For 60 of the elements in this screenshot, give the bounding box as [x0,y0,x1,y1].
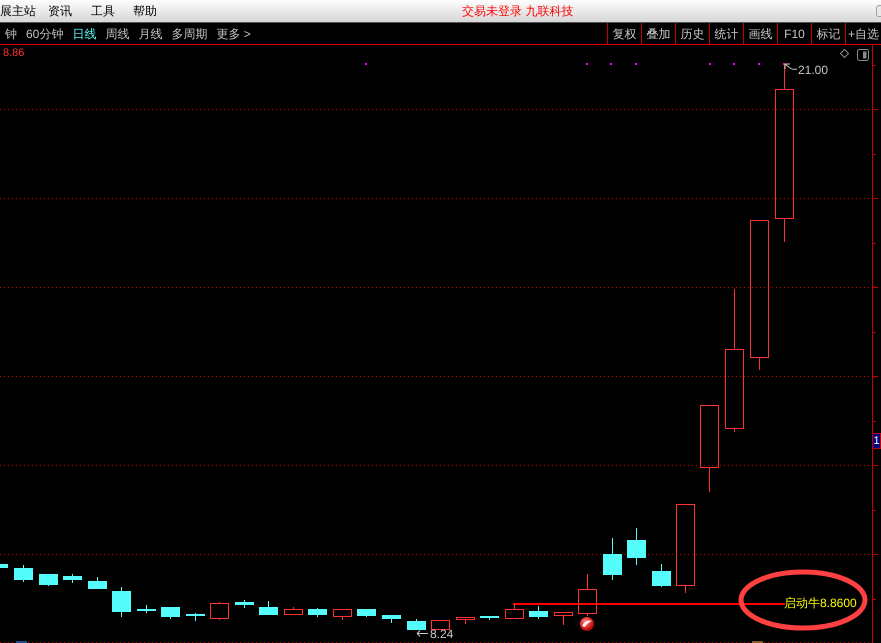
candlestick [578,574,597,616]
candlestick [39,574,58,586]
period-tab[interactable]: 多周期 [171,26,208,40]
candlestick [137,604,156,614]
candlestick [186,612,205,622]
tool-button[interactable]: F10 [777,23,811,44]
axis-label: 1 [872,433,881,449]
candlestick [603,538,622,580]
candlestick [308,608,327,618]
period-tab[interactable]: 更多 > [216,26,251,40]
candlestick [14,564,33,582]
marker-icon [752,641,763,643]
menu-item[interactable]: 工具 [91,4,115,18]
marker-icon [16,641,27,643]
tool-button[interactable]: 标记 [811,23,845,44]
candlestick [431,620,450,630]
candlestick [88,576,107,590]
candlestick [554,612,573,626]
low-price-label: 8.24 [430,627,454,641]
login-status: 交易未登录 九联科技 [462,4,574,18]
candlestick [112,586,131,618]
diamond-icon[interactable] [840,49,849,58]
candlestick [210,602,229,620]
pointer-arrow-icon [784,64,798,70]
signal-label: 启动牛8.8600 [784,596,857,610]
candlestick [357,608,376,618]
candlestick [161,606,180,620]
high-price-label: 21.00 [798,63,828,77]
tool-button[interactable]: 复权 [607,23,641,44]
candlestick [627,528,646,566]
menu-item[interactable]: 资讯 [48,4,72,18]
tool-button[interactable]: 统计 [709,23,743,44]
candlestick [259,600,278,616]
tool-button[interactable]: 画线 [743,23,777,44]
candlestick [407,618,426,630]
period-tab[interactable]: 月线 [138,26,162,40]
tool-button[interactable]: +自选 [845,23,881,44]
menu-item[interactable]: 展主站 [0,4,36,18]
candlestick [284,606,303,615]
candlestick [63,574,82,584]
candlestick [382,614,401,624]
period-tab[interactable]: 钟 [5,26,17,40]
candlestick [529,606,548,620]
price-label: 8.86 [3,47,24,59]
period-tab[interactable]: 60分钟 [26,26,64,40]
tool-button[interactable]: 叠加 [641,23,675,44]
pointer-arrow-icon [416,630,428,637]
candlestick [652,564,671,588]
candlestick [0,564,8,568]
candlestick [456,617,475,624]
candlestick [480,616,499,620]
period-tab[interactable]: 周线 [105,26,130,40]
candlestick [235,600,254,608]
candlestick [505,604,524,619]
period-tab[interactable]: 日线 [72,26,96,40]
tool-button[interactable]: 历史 [675,23,709,44]
candlestick [333,609,352,620]
menu-item[interactable]: 帮助 [133,4,157,18]
panel-toggle-icon[interactable] [857,49,869,61]
ball-icon [580,617,594,631]
